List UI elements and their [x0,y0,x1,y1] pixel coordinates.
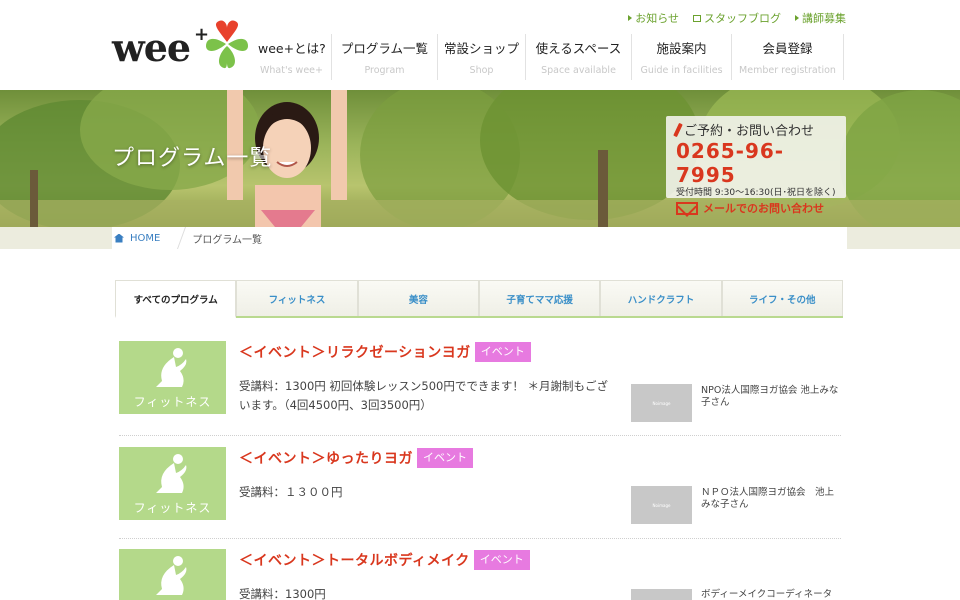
instructor-photo: Noimage [631,486,692,524]
nav-shop-label: 常設ショップ [444,41,520,56]
program-description: 受講料：1300円 初回体験レッスン500円でできます！ ＊月謝制もございます。… [239,379,609,412]
breadcrumb-separator [166,227,187,249]
arrow-icon [795,15,799,21]
program-item[interactable]: フィットネス ＜イベント＞リラクゼーションヨガ イベント 受講料：1300円 初… [119,341,841,431]
clover-logo-icon [206,20,248,69]
tab-all-programs[interactable]: すべてのプログラム [115,280,237,318]
breadcrumb: HOME プログラム一覧 [112,227,847,249]
nav-member[interactable]: 会員登録 Member registration [732,34,844,80]
program-title[interactable]: ＜イベント＞トータルボディメイク [239,550,470,570]
category-tabs: すべてのプログラム フィットネス 美容 子育てママ応援 ハンドクラフト ライフ・… [115,280,843,318]
instructor-photo [631,589,692,600]
top-links: お知らせ スタッフブログ 講師募集 [628,10,846,26]
instructor-name: NPO法人国際ヨガ協会 池上みな子さん [701,385,839,408]
divider [119,538,841,539]
event-badge: イベント [474,342,531,362]
arrow-icon [628,15,633,21]
news-link-label: お知らせ [635,12,679,25]
tab-handcraft[interactable]: ハンドクラフト [600,280,722,316]
nav-program[interactable]: プログラム一覧 Program [332,34,438,80]
program-title[interactable]: ＜イベント＞ゆったりヨガ [239,448,413,468]
program-category: フィットネス [133,395,212,409]
contact-hours: 受付時間 9:30～16:30(日･祝日を除く) [676,188,836,198]
nav-facilities-sublabel: Guide in facilities [640,65,723,76]
instructor-name: ボディーメイクコーディネーター [701,589,833,600]
nav-shop[interactable]: 常設ショップ Shop [438,34,526,80]
nav-program-label: プログラム一覧 [340,41,429,56]
contact-phone[interactable]: 0265-96-7995 [676,139,840,187]
tab-beauty[interactable]: 美容 [357,280,479,316]
program-thumbnail[interactable]: フィットネス [119,341,226,414]
program-item[interactable]: フィットネス ＜イベント＞ゆったりヨガ イベント 受講料：１３００円 Noima… [119,447,841,537]
nav-facilities[interactable]: 施設案内 Guide in facilities [632,34,732,80]
instructor-photo: Noimage [631,384,692,422]
divider [119,435,841,436]
tab-parenting[interactable]: 子育てママ応援 [478,280,601,316]
nav-about[interactable]: wee+とは? What's wee+ [252,34,332,80]
instructor-name: ＮＰＯ法人国際ヨガ協会 池上みな子さん [701,487,835,510]
staff-blog-link-label: スタッフブログ [704,12,781,25]
instructor-recruit-link[interactable]: 講師募集 [795,10,846,26]
program-thumbnail[interactable]: フィットネス [119,447,226,520]
nav-space[interactable]: 使えるスペース Space available [526,34,632,80]
event-badge: イベント [417,448,473,468]
program-title[interactable]: ＜イベント＞リラクゼーションヨガ [239,342,471,362]
program-description: 受講料：1300円 [239,587,326,600]
logo-text: wee [112,25,191,70]
nav-member-label: 会員登録 [762,41,813,56]
breadcrumb-current: プログラム一覧 [192,234,263,246]
nav-facilities-label: 施設案内 [656,41,707,56]
contact-mail-link[interactable]: メールでのお問い合わせ [676,200,840,216]
program-item[interactable]: ＜イベント＞トータルボディメイク イベント 受講料：1300円 ボディーメイクコ… [119,549,841,600]
staff-blog-link[interactable]: スタッフブログ [693,10,781,26]
window-icon [693,14,701,22]
tab-fitness[interactable]: フィットネス [236,280,358,316]
nav-space-sublabel: Space available [541,65,616,76]
nav-member-sublabel: Member registration [739,65,836,76]
contact-heading: ご予約・お問い合わせ [684,124,815,139]
nav-shop-sublabel: Shop [469,65,494,76]
pen-icon [673,122,683,137]
instructor-recruit-link-label: 講師募集 [802,12,846,25]
yoga-pose-icon [156,454,187,493]
home-icon[interactable] [114,233,124,243]
program-thumbnail[interactable] [119,549,226,600]
yoga-pose-icon [156,348,187,387]
main-nav: wee+とは? What's wee+ プログラム一覧 Program 常設ショ… [252,34,844,80]
news-link[interactable]: お知らせ [628,10,679,26]
program-category: フィットネス [133,501,212,515]
program-description: 受講料：１３００円 [239,485,343,499]
tab-life-other[interactable]: ライフ・その他 [721,280,843,316]
yoga-pose-icon [156,556,187,595]
site-logo[interactable]: wee + [112,20,252,72]
event-badge: イベント [473,550,530,570]
breadcrumb-home[interactable]: HOME [130,233,160,244]
nav-about-label: wee+とは? [258,41,326,56]
page-title: プログラム一覧 [112,146,273,171]
nav-about-sublabel: What's wee+ [260,65,323,76]
contact-mail-label: メールでのお問い合わせ [703,202,824,215]
nav-program-sublabel: Program [364,65,405,76]
nav-space-label: 使えるスペース [535,41,622,56]
mail-icon [676,201,698,215]
contact-box[interactable]: ご予約・お問い合わせ 0265-96-7995 受付時間 9:30～16:30(… [666,116,846,215]
